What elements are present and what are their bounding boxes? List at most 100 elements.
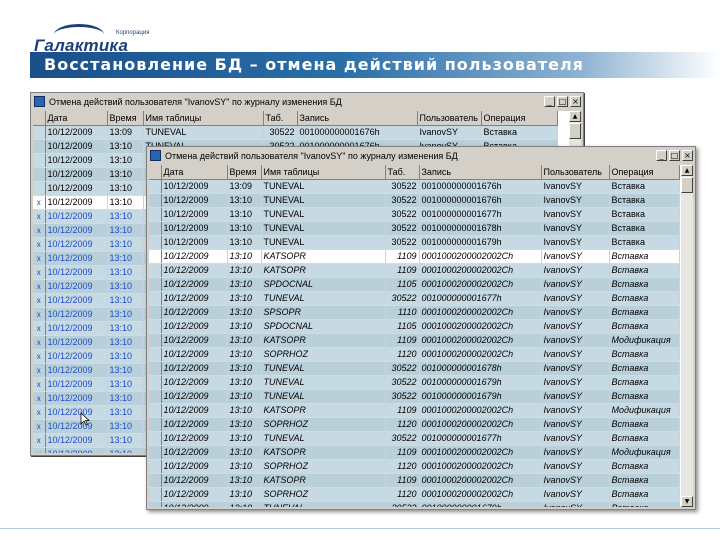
table-row[interactable]: 10/12/2009 13:10 SOPRHOZ 1120 00010002000020… (149, 459, 680, 474)
row-marker[interactable]: x (33, 293, 46, 308)
row-marker[interactable]: x (33, 447, 46, 453)
scroll-up-icon[interactable]: ▲ (569, 111, 581, 122)
column-header-operation[interactable]: Операция (609, 165, 680, 180)
table-row[interactable]: 10/12/2009 13:10 KATSOPR 1109 00010002000020… (149, 263, 680, 278)
row-marker[interactable] (149, 291, 162, 306)
row-marker[interactable]: x (33, 209, 46, 224)
scroll-thumb[interactable] (681, 177, 693, 193)
row-marker[interactable]: x (33, 349, 46, 364)
table-row[interactable]: 10/12/200913:10TUNEVAL305220010000000016… (149, 389, 680, 404)
column-header-user[interactable]: Пользователь (541, 165, 610, 180)
row-marker[interactable]: x (33, 195, 46, 210)
table-row[interactable]: 10/12/2009 13:10 SPSOPR 1110 000100020000200… (149, 305, 680, 320)
minimize-icon[interactable]: _ (544, 96, 555, 107)
row-marker[interactable] (33, 181, 46, 196)
scroll-thumb[interactable] (569, 123, 581, 139)
table-row[interactable]: 10/12/2009 13:09 TUNEVAL 30522 0010000000016… (149, 179, 680, 194)
table-row[interactable]: 10/12/2009 13:10 KATSOPR 1109 00010002000020… (149, 249, 680, 264)
table-row[interactable]: 10/12/200913:10TUNEVAL305220010000000016… (149, 207, 680, 222)
row-marker[interactable]: x (33, 223, 46, 238)
row-marker[interactable]: x (33, 237, 46, 252)
row-marker[interactable] (149, 305, 162, 320)
row-marker[interactable]: x (33, 279, 46, 294)
table-row[interactable]: 10/12/2009 13:10 KATSOPR 1109 00010002000020… (149, 333, 680, 348)
journal-grid[interactable]: Дата Время Имя таблицы Таб. Запись Польз… (149, 165, 681, 507)
row-marker[interactable] (149, 319, 162, 334)
row-marker[interactable]: x (33, 321, 46, 336)
column-header-tab[interactable]: Таб. (263, 111, 298, 126)
table-row[interactable]: 10/12/2009 13:09 TUNEVAL 30522 0010000000016… (33, 125, 558, 140)
table-row[interactable]: 10/12/2009 13:10 KATSOPR 1109 00010002000020… (149, 473, 680, 488)
row-marker[interactable] (149, 207, 162, 222)
row-marker[interactable] (149, 445, 162, 460)
column-header-user[interactable]: Пользователь (417, 111, 482, 126)
row-marker[interactable] (149, 431, 162, 446)
maximize-icon[interactable]: □ (557, 96, 568, 107)
row-marker[interactable]: x (33, 433, 46, 448)
scroll-down-icon[interactable]: ▼ (681, 496, 693, 507)
maximize-icon[interactable]: □ (669, 150, 680, 161)
row-marker[interactable] (149, 235, 162, 250)
row-marker[interactable]: x (33, 391, 46, 406)
close-icon[interactable]: × (570, 96, 581, 107)
column-header-date[interactable]: Дата (45, 111, 108, 126)
row-marker[interactable]: x (33, 405, 46, 420)
window-titlebar[interactable]: Отмена действий пользователя "IvanovSY" … (149, 149, 693, 163)
table-row[interactable]: 10/12/2009 13:10 SOPRHOZ 1120 00010002000020… (149, 417, 680, 432)
column-header-record[interactable]: Запись (419, 165, 542, 180)
table-row[interactable]: 10/12/2009 13:10 SOPRHOZ 1120 00010002000020… (149, 487, 680, 502)
minimize-icon[interactable]: _ (656, 150, 667, 161)
column-header-table[interactable]: Имя таблицы (261, 165, 386, 180)
column-header-time[interactable]: Время (227, 165, 262, 180)
row-marker[interactable]: x (33, 363, 46, 378)
vertical-scrollbar[interactable]: ▲ ▼ (681, 165, 693, 507)
scroll-up-icon[interactable]: ▲ (681, 165, 693, 176)
row-marker[interactable] (149, 459, 162, 474)
row-marker[interactable] (149, 375, 162, 390)
table-row[interactable]: 10/12/200913:10TUNEVAL305220010000000016… (149, 361, 680, 376)
table-row[interactable]: 10/12/2009 13:10 KATSOPR 1109 00010002000020… (149, 445, 680, 460)
row-marker[interactable] (149, 501, 162, 507)
table-row[interactable]: 10/12/200913:10TUNEVAL305220010000000016… (149, 375, 680, 390)
row-marker[interactable] (149, 263, 162, 278)
row-marker[interactable] (33, 167, 46, 182)
row-marker[interactable] (33, 139, 46, 154)
table-row[interactable]: 10/12/200913:10TUNEVAL305220010000000016… (149, 235, 680, 250)
row-marker[interactable] (149, 417, 162, 432)
row-marker[interactable] (149, 249, 162, 264)
row-marker[interactable]: x (33, 419, 46, 434)
table-row[interactable]: 10/12/200913:10TUNEVAL305220010000000016… (149, 221, 680, 236)
row-marker[interactable]: x (33, 377, 46, 392)
column-header-date[interactable]: Дата (161, 165, 228, 180)
row-marker[interactable] (149, 389, 162, 404)
close-icon[interactable]: × (682, 150, 693, 161)
row-marker[interactable] (149, 361, 162, 376)
row-marker[interactable] (149, 473, 162, 488)
row-marker[interactable] (149, 221, 162, 236)
row-marker[interactable] (149, 193, 162, 208)
table-row[interactable]: 10/12/200913:10TUNEVAL305220010000000016… (149, 431, 680, 446)
row-marker[interactable] (33, 125, 46, 140)
table-row[interactable]: 10/12/2009 13:10 SPDOCNAL 1105 0001000200002… (149, 319, 680, 334)
row-marker[interactable]: x (33, 335, 46, 350)
row-marker[interactable]: x (33, 251, 46, 266)
row-marker[interactable] (149, 277, 162, 292)
column-header-table[interactable]: Имя таблицы (143, 111, 264, 126)
table-row[interactable]: 10/12/2009 13:10 SPDOCNAL 1105 0001000200002… (149, 277, 680, 292)
row-marker[interactable] (149, 179, 162, 194)
table-row[interactable]: 10/12/2009 13:10 SOPRHOZ 1120 00010002000020… (149, 347, 680, 362)
column-header-operation[interactable]: Операция (481, 111, 558, 126)
row-marker[interactable] (149, 487, 162, 502)
row-marker[interactable] (149, 403, 162, 418)
row-marker[interactable]: x (33, 307, 46, 322)
table-row[interactable]: 10/12/200913:10TUNEVAL305220010000000016… (149, 291, 680, 306)
row-marker[interactable] (149, 347, 162, 362)
row-marker[interactable]: x (33, 265, 46, 280)
window-titlebar[interactable]: Отмена действий пользователя "IvanovSY" … (33, 95, 581, 109)
table-row[interactable]: 10/12/200913:10TUNEVAL305220010000000016… (149, 501, 680, 507)
column-header-record[interactable]: Запись (297, 111, 418, 126)
row-marker[interactable] (149, 333, 162, 348)
column-header-tab[interactable]: Таб. (385, 165, 420, 180)
column-header-time[interactable]: Время (107, 111, 144, 126)
table-row[interactable]: 10/12/200913:10TUNEVAL305220010000000016… (149, 193, 680, 208)
